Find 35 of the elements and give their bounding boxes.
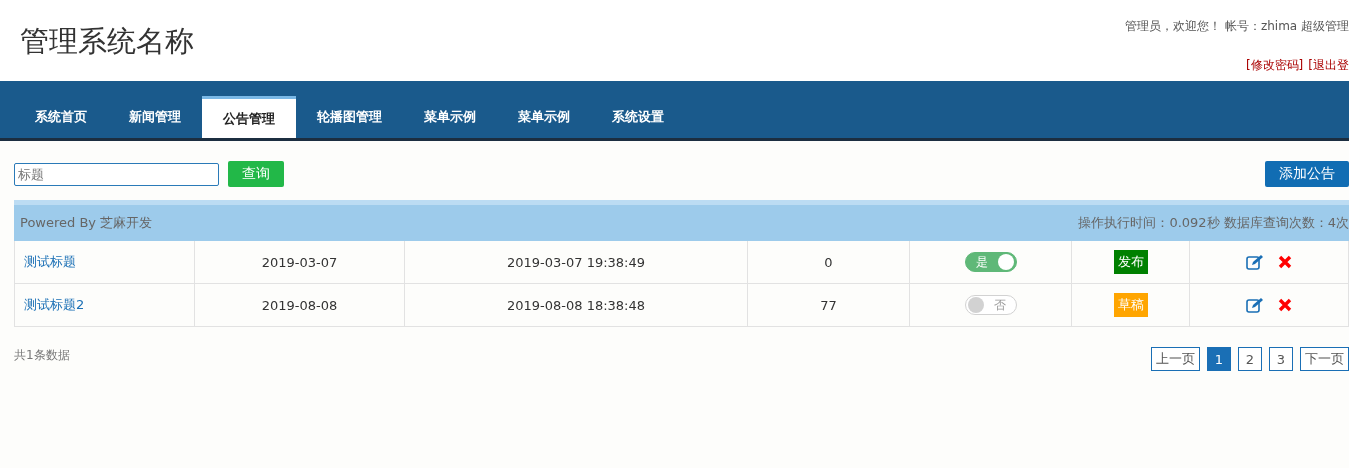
table-cell: 77 <box>748 284 910 327</box>
edit-icon[interactable] <box>1246 254 1264 270</box>
page-button[interactable]: 1 <box>1207 347 1231 371</box>
table-cell: 2019-03-07 <box>195 241 405 284</box>
nav-tab[interactable]: 轮播图管理 <box>296 96 403 138</box>
nav-tab[interactable]: 公告管理 <box>202 96 296 138</box>
header-link[interactable]: [退出登 <box>1308 57 1349 74</box>
total-text: 共1条数据 <box>14 347 70 364</box>
site-title: 管理系统名称 <box>19 23 194 60</box>
delete-icon[interactable] <box>1278 298 1292 312</box>
nav-tab[interactable]: 菜单示例 <box>497 96 591 138</box>
prev-page-button[interactable]: 上一页 <box>1151 347 1200 371</box>
welcome-text: 管理员，欢迎您！ 帐号：zhima 超级管理 <box>1125 18 1349 35</box>
header-link[interactable]: [修改密码] <box>1245 57 1304 74</box>
page-button[interactable]: 3 <box>1269 347 1293 371</box>
powered-by-text: Powered By 芝麻开发 <box>20 214 153 232</box>
table-cell: 0 <box>748 241 910 284</box>
status-badge: 草稿 <box>1113 293 1148 317</box>
delete-icon[interactable] <box>1278 255 1292 269</box>
nav-tab[interactable]: 系统首页 <box>14 96 108 138</box>
page-button[interactable]: 2 <box>1238 347 1262 371</box>
title-link[interactable]: 测试标题2 <box>24 296 85 314</box>
add-button[interactable]: 添加公告 <box>1265 161 1349 187</box>
next-page-button[interactable]: 下一页 <box>1300 347 1349 371</box>
title-link[interactable]: 测试标题 <box>24 253 76 271</box>
edit-icon[interactable] <box>1246 297 1264 313</box>
table-cell: 2019-08-08 18:38:48 <box>405 284 748 327</box>
table-cell: 2019-03-07 19:38:49 <box>405 241 748 284</box>
table-cell: 2019-08-08 <box>195 284 405 327</box>
search-field[interactable]: 标题 <box>14 162 219 186</box>
stats-text: 操作执行时间：0.092秒 数据库查询次数：4次 <box>1078 214 1349 232</box>
nav-tab[interactable]: 新闻管理 <box>108 96 202 138</box>
nav-tab[interactable]: 菜单示例 <box>403 96 497 138</box>
nav-tab[interactable]: 系统设置 <box>591 96 685 138</box>
status-badge: 发布 <box>1113 250 1148 274</box>
